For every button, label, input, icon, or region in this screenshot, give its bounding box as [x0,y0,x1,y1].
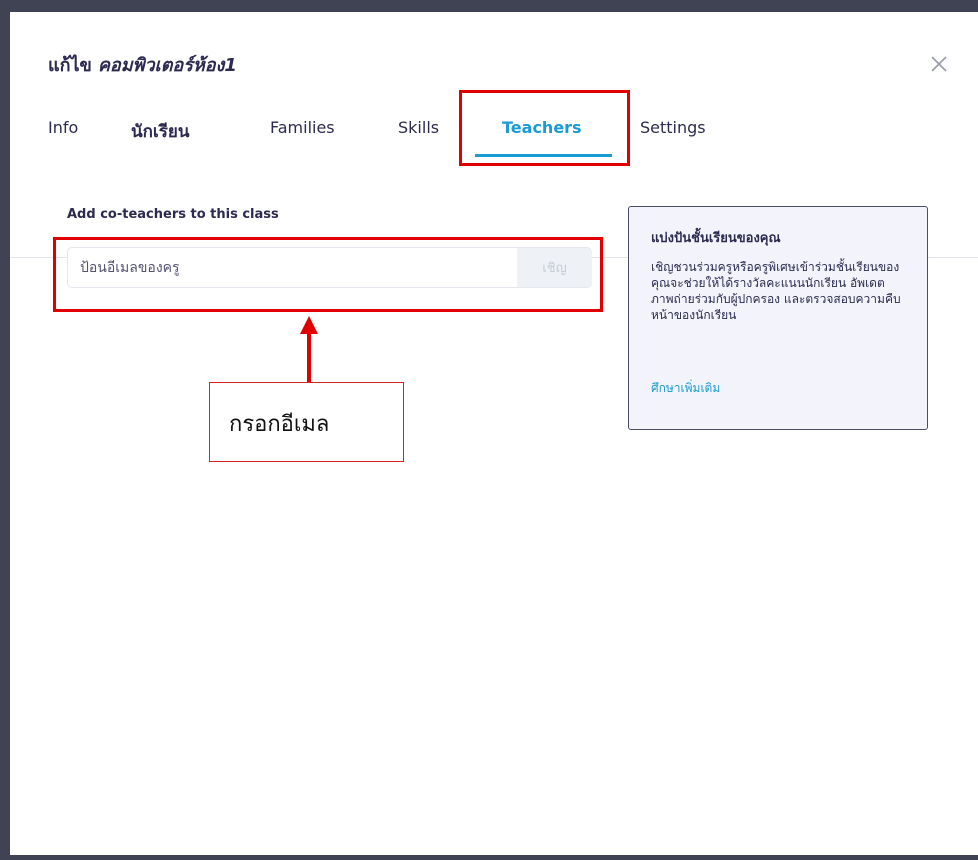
edit-class-dialog: แก้ไข คอมพิวเตอร์ห้อง1 Info นักเรียน Fami… [10,12,978,855]
dialog-class-name: คอมพิวเตอร์ห้อง1 [97,55,237,76]
tab-skills[interactable]: Skills [398,118,439,137]
email-input-highlight [53,237,603,312]
window-frame-bottom [0,855,978,860]
tab-info[interactable]: Info [48,118,78,137]
window-frame-top [0,0,978,12]
window-frame-left [0,0,10,860]
learn-more-link[interactable]: ศึกษาเพิ่มเติม [651,379,720,398]
annotation-arrow-shaft [307,334,311,382]
annotation-callout: กรอกอีเมล [209,382,404,462]
add-co-teachers-label: Add co-teachers to this class [67,207,279,222]
close-icon[interactable] [927,52,951,76]
dialog-title: แก้ไข คอมพิวเตอร์ห้อง1 [48,50,237,79]
info-card-heading: แบ่งปันชั้นเรียนของคุณ [651,231,781,246]
share-class-info-card: แบ่งปันชั้นเรียนของคุณ เชิญชวนร่วมครูหรื… [628,206,928,430]
dialog-title-prefix: แก้ไข [48,55,92,76]
tab-settings[interactable]: Settings [640,118,706,137]
info-card-body: เชิญชวนร่วมครูหรือครูพิเศษเข้าร่วมชั้นเร… [651,260,901,322]
tab-students[interactable]: นักเรียน [131,118,189,145]
teachers-tab-highlight [459,90,630,166]
annotation-arrow-head [300,316,318,334]
annotation-callout-text: กรอกอีเมล [229,412,330,437]
tab-families[interactable]: Families [270,118,335,137]
